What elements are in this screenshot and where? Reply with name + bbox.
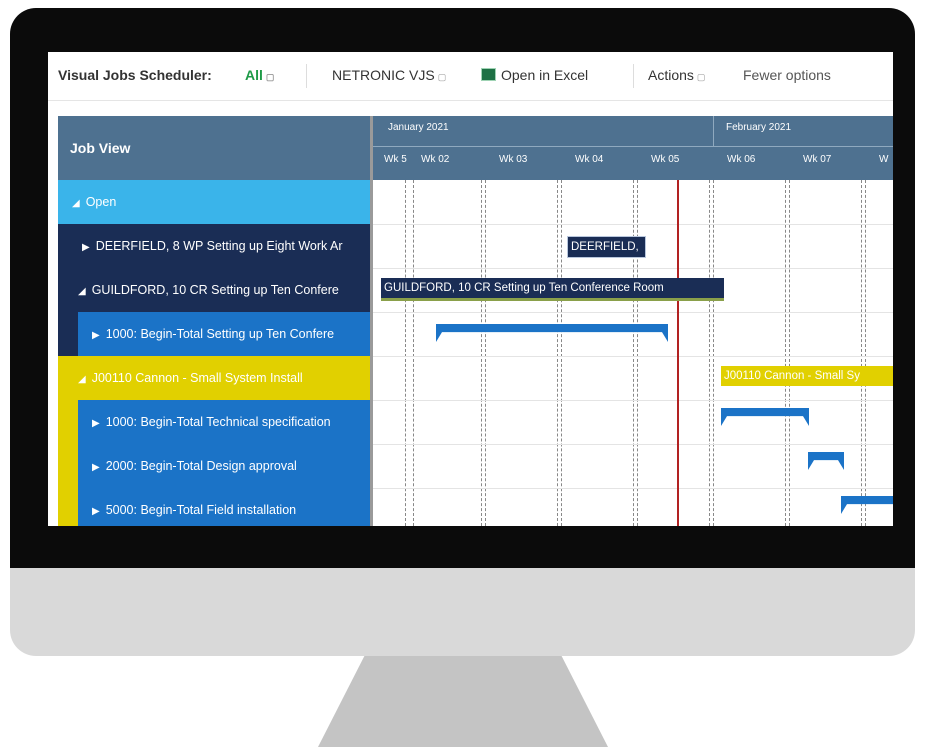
tree-row-cannon[interactable]: ◢ J00110 Cannon - Small System Install <box>58 356 370 400</box>
gantt-chart: January 2021 February 2021 Wk 5 Wk 02 Wk… <box>373 116 893 526</box>
week-label: Wk 03 <box>499 154 528 165</box>
today-line <box>677 180 679 526</box>
gantt-bar-field-install[interactable] <box>841 496 893 514</box>
month-label: January 2021 <box>388 122 449 133</box>
week-gridline <box>785 180 786 526</box>
gantt-bar-deerfield[interactable]: DEERFIELD, <box>567 236 646 258</box>
week-gridline <box>485 180 486 526</box>
row-label: 2000: Begin-Total Design approval <box>105 459 297 473</box>
week-label: Wk 02 <box>421 154 450 165</box>
collapsed-triangle-icon: ▶ <box>92 506 100 517</box>
row-gridline <box>373 400 893 401</box>
tree-row-guildford[interactable]: ◢ GUILDFORD, 10 CR Setting up Ten Confere <box>58 268 370 312</box>
actions-menu[interactable]: Actions ▢ <box>648 67 705 83</box>
chevron-down-icon: ▢ <box>265 72 275 82</box>
toolbar-divider <box>633 64 634 88</box>
week-label: Wk 5 <box>384 154 407 165</box>
week-gridline <box>633 180 634 526</box>
gantt-bar-design-approval[interactable] <box>808 452 844 470</box>
tree-row-field-install[interactable]: ▶ 5000: Begin-Total Field installation <box>58 488 370 526</box>
row-label: 5000: Begin-Total Field installation <box>105 503 297 517</box>
chevron-down-icon: ▢ <box>696 72 706 82</box>
expanded-triangle-icon: ◢ <box>72 198 80 209</box>
page-title: Visual Jobs Scheduler: <box>58 67 212 83</box>
row-gridline <box>373 224 893 225</box>
job-view-panel: Job View ◢ Open ▶ DEERFIELD, 8 WP Setting … <box>58 116 370 526</box>
row-label: 1000: Begin-Total Technical specificatio… <box>105 415 331 429</box>
week-gridline <box>413 180 414 526</box>
week-gridline <box>405 180 406 526</box>
gantt-bar-tech-spec[interactable] <box>721 408 809 426</box>
week-gridline <box>865 180 866 526</box>
expanded-triangle-icon: ◢ <box>78 374 86 385</box>
row-gridline <box>373 268 893 269</box>
week-gridline <box>637 180 638 526</box>
gantt-bar-cannon[interactable]: J00110 Cannon - Small Sy <box>721 366 893 386</box>
tree-row-open[interactable]: ◢ Open <box>58 180 370 224</box>
toolbar-divider <box>306 64 307 88</box>
week-gridline <box>709 180 710 526</box>
job-view-header: Job View <box>58 116 370 180</box>
month-label: February 2021 <box>726 122 792 133</box>
tree-row-design-approval[interactable]: ▶ 2000: Begin-Total Design approval <box>58 444 370 488</box>
week-gridline <box>481 180 482 526</box>
filter-all-button[interactable]: All ▢ <box>245 67 274 83</box>
gantt-bar-guildford[interactable]: GUILDFORD, 10 CR Setting up Ten Conferen… <box>381 278 724 301</box>
tree-row-deerfield[interactable]: ▶ DEERFIELD, 8 WP Setting up Eight Work A… <box>58 224 370 268</box>
netronic-vjs-menu[interactable]: NETRONIC VJS ▢ <box>332 67 446 83</box>
week-label: W <box>879 154 889 165</box>
fewer-options-button[interactable]: Fewer options <box>743 67 831 83</box>
open-in-excel-button[interactable]: Open in Excel <box>481 67 588 83</box>
week-gridline <box>561 180 562 526</box>
tree-row-guildford-task[interactable]: ▶ 1000: Begin-Total Setting up Ten Confer… <box>58 312 370 356</box>
week-gridline <box>789 180 790 526</box>
collapsed-triangle-icon: ▶ <box>82 242 90 253</box>
week-label: Wk 07 <box>803 154 832 165</box>
row-gridline <box>373 444 893 445</box>
week-gridline <box>713 180 714 526</box>
expanded-triangle-icon: ◢ <box>78 286 86 297</box>
row-label: J00110 Cannon - Small System Install <box>91 371 303 385</box>
collapsed-triangle-icon: ▶ <box>92 462 100 473</box>
week-label: Wk 04 <box>575 154 604 165</box>
row-gridline <box>373 312 893 313</box>
row-label: Open <box>85 195 117 209</box>
month-divider <box>713 116 714 146</box>
monitor-chin <box>10 568 915 656</box>
toolbar: Visual Jobs Scheduler: All ▢ NETRONIC VJS… <box>48 52 893 101</box>
week-label: Wk 05 <box>651 154 680 165</box>
week-gridline <box>861 180 862 526</box>
chevron-down-icon: ▢ <box>437 72 447 82</box>
app-screen: Visual Jobs Scheduler: All ▢ NETRONIC VJS… <box>48 52 893 526</box>
tree-row-tech-spec[interactable]: ▶ 1000: Begin-Total Technical specificati… <box>58 400 370 444</box>
week-gridline <box>557 180 558 526</box>
row-label: 1000: Begin-Total Setting up Ten Confere <box>105 327 335 341</box>
monitor-stand <box>318 656 608 747</box>
collapsed-triangle-icon: ▶ <box>92 418 100 429</box>
row-gridline <box>373 488 893 489</box>
collapsed-triangle-icon: ▶ <box>92 330 100 341</box>
timescale-header <box>373 116 893 180</box>
excel-icon <box>481 68 496 81</box>
row-gridline <box>373 356 893 357</box>
row-label: DEERFIELD, 8 WP Setting up Eight Work Ar <box>95 239 343 253</box>
row-label: GUILDFORD, 10 CR Setting up Ten Confere <box>91 283 339 297</box>
week-label: Wk 06 <box>727 154 756 165</box>
timescale-divider <box>373 146 893 147</box>
